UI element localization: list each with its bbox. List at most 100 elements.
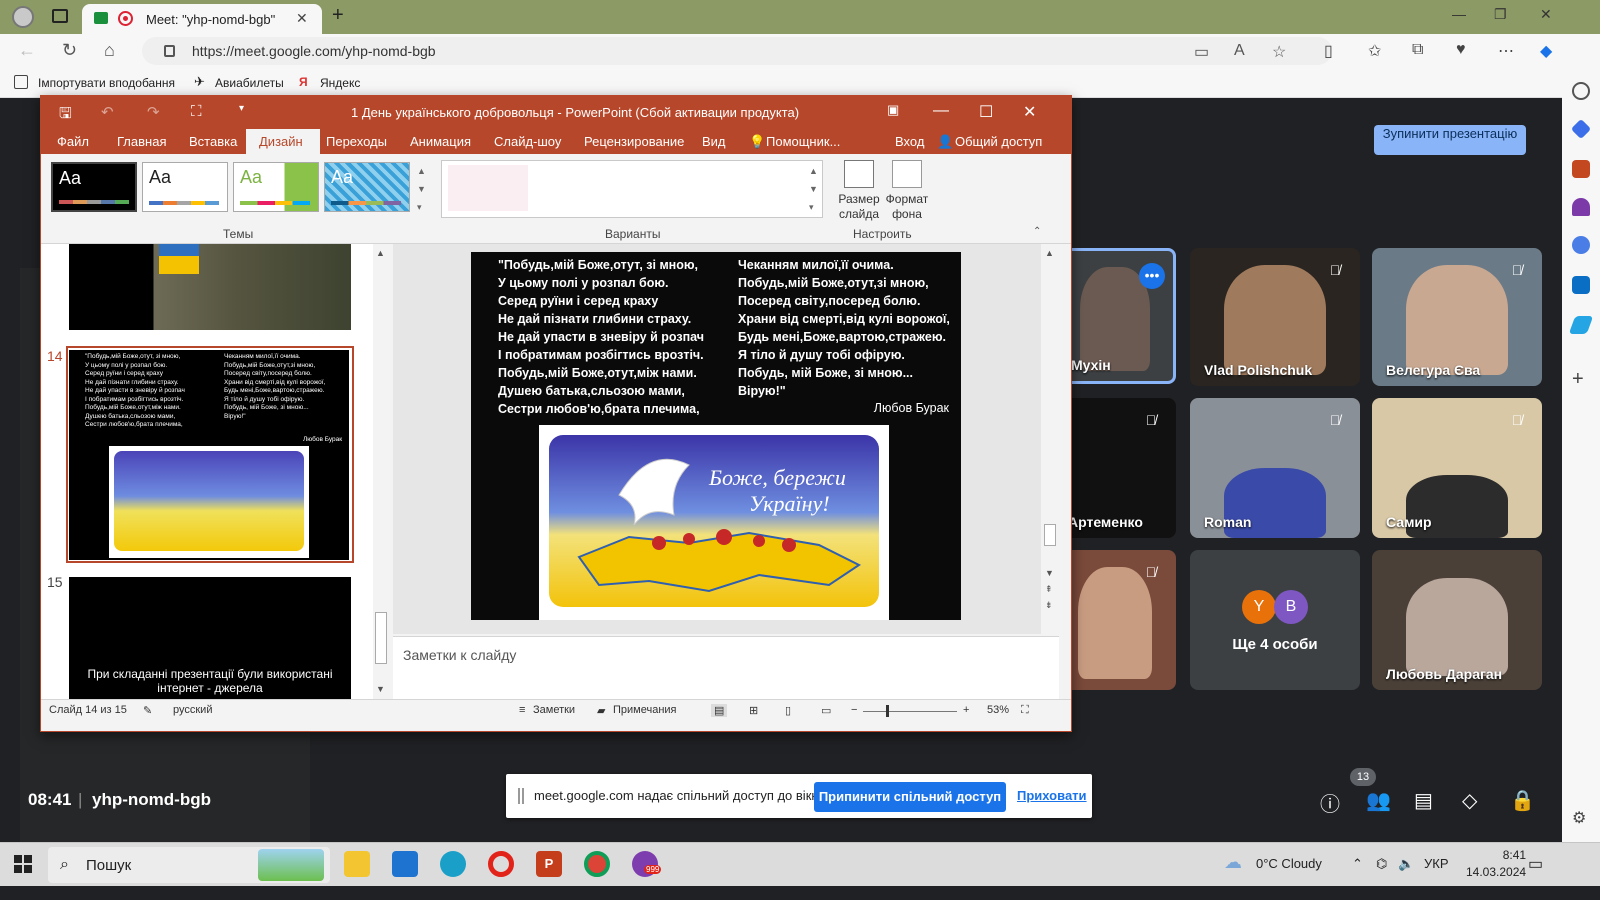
zoom-out-icon[interactable]: − (851, 704, 857, 716)
favorite-star-icon[interactable]: ☆ (1272, 42, 1286, 62)
ppt-minimize-icon[interactable]: — (933, 102, 949, 120)
stop-sharing-button[interactable]: Припинити спільний доступ (814, 782, 1006, 812)
slide-scrollbar[interactable]: ▲ ▼ ⇞ ⇟ (1041, 244, 1059, 634)
file-explorer-icon[interactable] (344, 851, 370, 877)
slide-thumbnail-14[interactable]: "Побудь,мій Боже,отут, зі мною, У цьому … (69, 350, 349, 560)
search-sidebar-icon[interactable] (1572, 82, 1590, 100)
notes-placeholder[interactable]: Заметки к слайду (403, 647, 516, 663)
tab-slideshow[interactable]: Слайд-шоу (494, 134, 561, 149)
read-aloud-icon[interactable]: A (1234, 42, 1245, 60)
format-background-button[interactable]: Формат фона (881, 192, 933, 222)
bookmark-import[interactable]: Імпортувати вподобання (38, 76, 175, 90)
language-indicator[interactable]: русский (173, 704, 212, 716)
tray-chevron-icon[interactable]: ⌃ (1352, 856, 1363, 872)
poem-left-column[interactable]: "Побудь,мій Боже,отут, зі мною, У цьому … (498, 256, 704, 418)
tab-animations[interactable]: Анимация (410, 134, 471, 149)
format-background-icon[interactable] (892, 160, 922, 188)
more-options-icon[interactable]: ⋯ (1498, 41, 1514, 61)
sign-in-link[interactable]: Вход (895, 134, 924, 149)
new-tab-icon[interactable]: + (332, 4, 344, 27)
back-icon[interactable]: ← (18, 40, 36, 61)
zoom-in-icon[interactable]: + (963, 704, 969, 716)
tab-insert[interactable]: Вставка (189, 134, 237, 149)
thumbs-scroll-thumb[interactable] (375, 612, 387, 664)
participant-tile[interactable]: 🎙̸ Самир (1372, 398, 1542, 538)
sidebar-settings-icon[interactable]: ⚙ (1572, 808, 1586, 828)
others-tile[interactable]: Y B Ще 4 особи (1190, 550, 1360, 690)
viber-icon[interactable]: 999 (632, 851, 662, 877)
zoom-level[interactable]: 53% (987, 704, 1009, 716)
address-bar[interactable]: https://meet.google.com/yhp-nomd-bgb ▭ A… (142, 37, 1332, 65)
tools-icon[interactable] (1572, 160, 1590, 178)
tab-transitions[interactable]: Переходы (326, 134, 387, 149)
slide-thumbnail-15[interactable]: При складанні презентації були використа… (69, 577, 351, 699)
restore-icon[interactable]: ❐ (1494, 6, 1507, 23)
games-icon[interactable] (1572, 198, 1590, 216)
participant-tile[interactable]: Любовь Дараган (1372, 550, 1542, 690)
host-controls-icon[interactable]: 🔒 (1510, 788, 1535, 813)
hide-notice-link[interactable]: Приховати (1017, 788, 1087, 803)
home-icon[interactable]: ⌂ (104, 40, 115, 61)
slideshow-view-icon[interactable]: ▭ (821, 704, 831, 717)
powerpoint-taskbar-icon[interactable]: P (536, 851, 562, 877)
mail-icon[interactable] (392, 851, 418, 877)
variants-gallery[interactable] (441, 160, 823, 218)
shopping-icon[interactable] (1570, 118, 1592, 140)
theme-thumbnail[interactable]: Aa (324, 162, 410, 212)
scroll-down-icon[interactable]: ▼ (376, 684, 385, 694)
add-sidebar-icon[interactable]: + (1572, 368, 1584, 391)
microsoft365-icon[interactable] (1572, 236, 1590, 254)
reading-view-icon[interactable]: ▯ (785, 704, 791, 717)
telegram-icon[interactable] (1568, 316, 1594, 334)
tab-view[interactable]: Вид (702, 134, 726, 149)
scroll-up-icon[interactable]: ▲ (376, 248, 385, 258)
chat-icon[interactable]: ▤ (1414, 788, 1433, 813)
taskbar-search[interactable]: ⌕ Пошук (48, 847, 330, 883)
tell-me-search[interactable]: Помощник... (766, 134, 840, 149)
participant-tile[interactable]: 🎙̸ Roman (1190, 398, 1360, 538)
tab-home[interactable]: Главная (117, 134, 166, 149)
copilot-icon[interactable]: ◆ (1540, 41, 1552, 61)
fit-slide-icon[interactable]: ⛶ (1021, 704, 1029, 717)
tab-close-icon[interactable]: ✕ (296, 10, 308, 27)
slide-size-icon[interactable] (844, 160, 874, 188)
theme-thumbnail[interactable]: Aa (142, 162, 228, 212)
bookmark-yandex[interactable]: Яндекс (320, 76, 360, 90)
camera-icon[interactable]: ▭ (1194, 42, 1209, 62)
browser-essentials-icon[interactable]: ♥ (1456, 41, 1466, 59)
network-icon[interactable]: ⌬ (1376, 856, 1387, 872)
participant-tile[interactable]: ••• Мухін (1054, 248, 1176, 384)
ppt-close-icon[interactable]: ✕ (1023, 102, 1036, 122)
tab-file[interactable]: Файл (57, 134, 89, 149)
variant-thumbnail[interactable] (448, 165, 528, 211)
slide-sorter-icon[interactable]: ⊞ (749, 704, 758, 717)
ppt-maximize-icon[interactable]: ☐ (979, 102, 993, 122)
poem-right-column[interactable]: Чеканням милої,її очима. Побудь,мій Боже… (738, 256, 950, 400)
opera-icon[interactable] (488, 851, 514, 877)
windows-start-icon[interactable] (14, 855, 32, 873)
slide-thumbnail-13[interactable] (69, 244, 351, 330)
save-icon[interactable]: 🖫 (59, 103, 72, 128)
tab-design[interactable]: Дизайн (259, 134, 303, 149)
slide-size-button[interactable]: Размер слайда (831, 192, 887, 222)
split-screen-icon[interactable]: ▯ (1324, 41, 1333, 61)
drag-handle-icon[interactable] (518, 788, 524, 804)
bookmark-aviabilety[interactable]: Авиабилеты (215, 76, 284, 90)
notifications-icon[interactable]: ▭ (1528, 854, 1543, 874)
customize-qat-icon[interactable]: ▾ (239, 103, 244, 114)
zoom-slider-thumb[interactable] (886, 705, 889, 717)
slide-picture[interactable]: Боже, бережи Україну! (539, 425, 889, 620)
comments-toggle-button[interactable]: Примечания (613, 704, 677, 716)
scroll-up-icon[interactable]: ▲ (1045, 248, 1054, 258)
participant-tile[interactable]: 🎙̸ Артеменко (1054, 398, 1176, 538)
notes-pane[interactable]: Заметки к слайду (393, 636, 1059, 700)
spellcheck-icon[interactable]: ✎ (143, 704, 152, 717)
undo-icon[interactable]: ↶ (101, 103, 114, 121)
meeting-info-icon[interactable]: ⓘ (1320, 788, 1340, 817)
slide-scroll-thumb[interactable] (1044, 524, 1056, 546)
redo-icon[interactable]: ↷ (147, 103, 160, 121)
variants-scroll-icon[interactable]: ▲ ▼ ▾ (809, 162, 818, 216)
tab-actions-icon[interactable] (52, 9, 68, 23)
activities-icon[interactable]: ◇ (1462, 788, 1477, 813)
tab-review[interactable]: Рецензирование (584, 134, 684, 149)
